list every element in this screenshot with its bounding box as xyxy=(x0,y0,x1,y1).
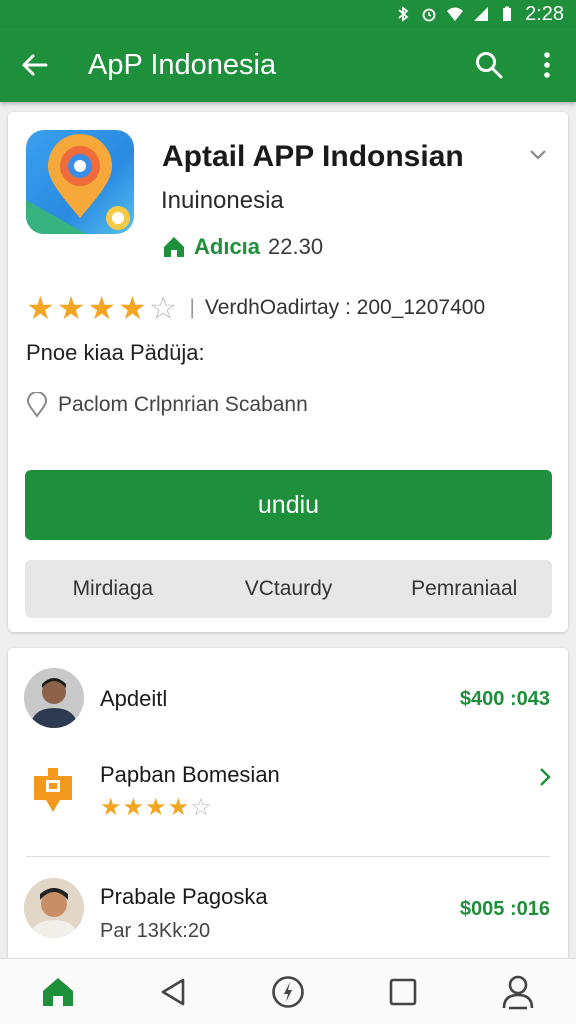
nav-back-button[interactable] xyxy=(143,962,203,1022)
section-label: Pnoe kiaa Pädüja: xyxy=(26,340,205,365)
app-name: Aptail APP Indonsian xyxy=(162,140,464,173)
install-button[interactable]: undiu xyxy=(25,470,552,540)
nav-square-button[interactable] xyxy=(373,962,433,1022)
signal-icon xyxy=(474,7,489,21)
back-arrow-icon xyxy=(22,54,48,76)
divider xyxy=(26,856,550,857)
star-icon: ★ xyxy=(122,794,145,821)
nav-profile-button[interactable] xyxy=(488,962,548,1022)
developer-row[interactable]: Adıcıa 22.30 xyxy=(162,234,323,260)
battery-icon xyxy=(503,6,512,21)
nav-compass-button[interactable] xyxy=(258,962,318,1022)
price-label: $005 :016 xyxy=(459,898,550,920)
bottom-navigation xyxy=(0,958,576,1024)
alarm-icon xyxy=(422,8,436,22)
nav-square-icon xyxy=(389,978,417,1005)
star-icon: ★ xyxy=(87,290,117,326)
app-logo-icon xyxy=(30,766,76,818)
person-avatar xyxy=(24,878,84,938)
version-text: VerdhOadirtay : 200_1207400 xyxy=(204,296,486,319)
list-item[interactable]: Prabale Pagoska Par 13Kk:20 $005 :016 xyxy=(8,858,568,968)
app-detail-card: Aptail APP Indonsian Inuinonesia Adıcıa … xyxy=(8,112,568,632)
star-icon: ★ xyxy=(26,290,55,326)
status-time: 2:28 xyxy=(525,2,564,25)
item-rating: ★ ★ ★ ★ ☆ xyxy=(100,796,212,820)
status-bar: 2:28 xyxy=(0,0,576,28)
tab-3[interactable]: Pemraniaal xyxy=(376,577,552,601)
location-row[interactable]: Paclom Crlpnrian Scabann xyxy=(26,392,308,418)
star-icon: ★ xyxy=(100,794,122,821)
nav-home-icon xyxy=(42,977,73,1006)
list-item[interactable]: Apdeitl $400 :043 xyxy=(8,648,568,748)
list-item[interactable]: Papban Bomesian ★ ★ ★ ★ ☆ xyxy=(8,748,568,858)
list-card: Apdeitl $400 :043 Papban Bomesian ★ ★ ★ … xyxy=(8,648,568,968)
wifi-icon xyxy=(447,7,464,21)
back-button[interactable] xyxy=(0,28,70,102)
app-bar: ApP Indonesia xyxy=(0,28,576,102)
tab-bar: Mirdiaga VCtaurdy Pemraniaal xyxy=(25,560,552,618)
bluetooth-icon xyxy=(398,6,409,22)
more-options-button[interactable] xyxy=(518,28,576,102)
nav-compass-icon xyxy=(272,975,304,1008)
expand-button[interactable] xyxy=(528,148,548,167)
star-icon: ★ xyxy=(167,794,190,821)
tab-2[interactable]: VCtaurdy xyxy=(201,577,377,601)
app-icon[interactable] xyxy=(26,130,134,234)
list-item-subtitle: Par 13Kk:20 xyxy=(100,920,211,942)
list-item-title: Prabale Pagoska xyxy=(100,884,268,909)
separator: | xyxy=(189,296,195,319)
developer-number: 22.30 xyxy=(268,234,324,259)
price-label: $400 :043 xyxy=(459,688,550,710)
app-bar-title: ApP Indonesia xyxy=(88,48,277,81)
avatar xyxy=(24,878,84,938)
star-icon: ★ xyxy=(56,290,86,326)
chevron-down-icon xyxy=(530,150,546,160)
star-icon: ★ xyxy=(118,290,147,326)
app-subtitle: Inuinonesia xyxy=(161,187,284,214)
list-item-title: Papban Bomesian xyxy=(100,762,280,787)
person-avatar xyxy=(24,668,84,728)
tab-1[interactable]: Mirdiaga xyxy=(25,577,201,601)
list-item-title: Apdeitl xyxy=(100,686,168,711)
rating-row: ★ ★ ★ ★ ☆ | VerdhOadirtay : 200_1207400 xyxy=(26,292,485,324)
star-outline-icon: ☆ xyxy=(190,794,212,821)
location-text: Paclom Crlpnrian Scabann xyxy=(58,393,308,416)
nav-home-button[interactable] xyxy=(28,962,88,1022)
nav-profile-icon xyxy=(503,975,534,1009)
map-pin-logo xyxy=(26,134,130,234)
search-icon xyxy=(476,52,503,79)
nav-back-icon xyxy=(161,978,185,1005)
star-outline-icon: ☆ xyxy=(148,290,178,326)
avatar xyxy=(24,668,84,728)
location-pin-icon xyxy=(26,392,48,418)
search-button[interactable] xyxy=(460,28,518,102)
chevron-right-icon[interactable] xyxy=(538,766,552,793)
star-icon: ★ xyxy=(145,794,167,821)
more-vert-icon xyxy=(544,52,550,78)
home-icon xyxy=(164,237,184,257)
developer-name: Adıcıa xyxy=(194,234,261,259)
